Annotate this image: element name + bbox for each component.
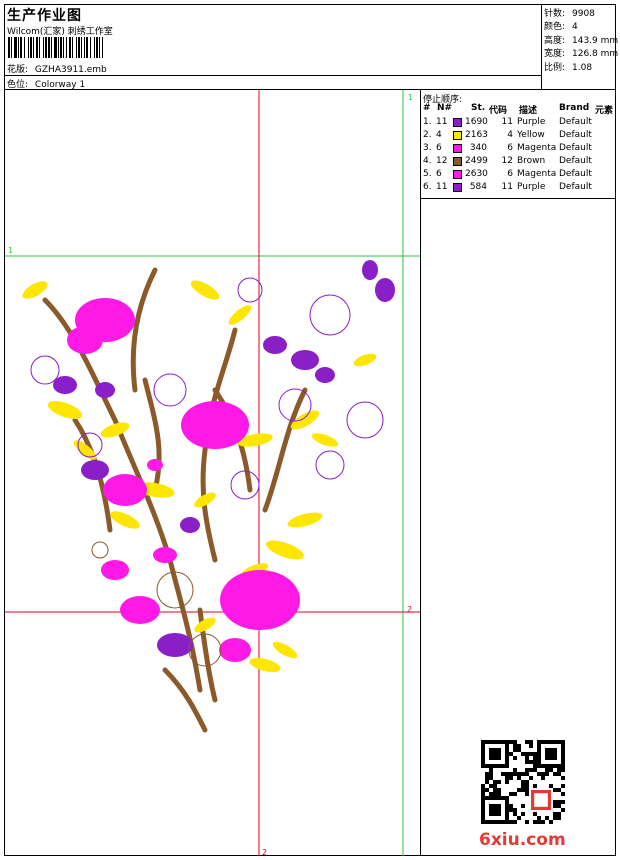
cell-brand: Default bbox=[559, 143, 592, 153]
stat-width: 宽度: 126.8 mm bbox=[544, 46, 618, 59]
cell-needle: 4 bbox=[436, 130, 442, 140]
cell-idx: 1. bbox=[423, 117, 432, 127]
stat-scale: 比例: 1.08 bbox=[544, 60, 592, 73]
production-sheet: 生产作业图 Wilcom(汇家) 刺绣工作室 花版: GZHA3911.emb … bbox=[4, 4, 618, 856]
cell-code: 4 bbox=[507, 130, 513, 140]
stat-colors: 颜色: 4 bbox=[544, 19, 578, 32]
guide-label-right: 2 bbox=[407, 605, 412, 614]
cell-needle: 12 bbox=[436, 156, 448, 166]
stop-sequence-panel: 停止顺序: # N# St. 代码 描述 Brand 元素 1. 11 1690 11… bbox=[421, 89, 615, 856]
cell-stitches: 2163 bbox=[465, 130, 488, 140]
color-swatch bbox=[453, 118, 462, 127]
col-header: St. bbox=[471, 103, 486, 113]
design-canvas: 1 1 2 2 bbox=[5, 89, 421, 856]
stat-value: 4 bbox=[572, 22, 578, 32]
stat-value: 126.8 mm bbox=[572, 49, 619, 59]
cell-brand: Default bbox=[559, 169, 592, 179]
qr-code bbox=[481, 740, 565, 824]
stat-value: 143.9 mm bbox=[572, 36, 619, 46]
cell-needle: 11 bbox=[436, 117, 448, 127]
stat-stitches: 针数: 9908 bbox=[544, 6, 595, 19]
cell-stitches: 340 bbox=[469, 143, 487, 153]
cell-desc: Purple bbox=[517, 182, 546, 192]
header-info: 生产作业图 Wilcom(汇家) 刺绣工作室 花版: GZHA3911.emb … bbox=[5, 5, 541, 90]
guide-label-top: 1 bbox=[408, 93, 413, 102]
cell-stitches: 584 bbox=[469, 182, 487, 192]
col-header: 代码 bbox=[489, 106, 508, 116]
color-swatch bbox=[453, 183, 462, 192]
company-name: Wilcom(汇家) 刺绣工作室 bbox=[7, 27, 113, 37]
cell-desc: Magenta bbox=[517, 169, 557, 179]
cell-desc: Purple bbox=[517, 117, 546, 127]
header-divider bbox=[5, 75, 541, 76]
col-header: 描述 bbox=[519, 106, 538, 116]
col-header: # bbox=[423, 103, 431, 113]
cell-desc: Magenta bbox=[517, 143, 557, 153]
cell-code: 12 bbox=[501, 156, 513, 166]
stat-label: 宽度: bbox=[544, 49, 566, 59]
stat-height: 高度: 143.9 mm bbox=[544, 33, 618, 46]
col-header: Brand bbox=[559, 103, 590, 113]
cell-idx: 5. bbox=[423, 169, 432, 179]
cell-code: 6 bbox=[507, 169, 513, 179]
watermark-logo: 6xiu.com bbox=[479, 830, 566, 850]
cell-desc: Brown bbox=[517, 156, 546, 166]
embroidery-design: 1 1 2 2 bbox=[5, 90, 420, 856]
stat-value: 1.08 bbox=[572, 63, 593, 73]
cell-needle: 6 bbox=[436, 143, 442, 153]
col-header: 元素 bbox=[595, 106, 614, 116]
barcode bbox=[8, 37, 103, 58]
sheet-title: 生产作业图 bbox=[7, 8, 82, 24]
stat-label: 比例: bbox=[544, 63, 566, 73]
color-swatch bbox=[453, 131, 462, 140]
cell-idx: 3. bbox=[423, 143, 432, 153]
cell-brand: Default bbox=[559, 156, 592, 166]
guide-label-bottom: 2 bbox=[262, 848, 267, 856]
stat-label: 高度: bbox=[544, 36, 566, 46]
cell-brand: Default bbox=[559, 117, 592, 127]
color-swatch bbox=[453, 170, 462, 179]
cell-idx: 2. bbox=[423, 130, 432, 140]
design-value: GZHA3911.emb bbox=[34, 65, 107, 75]
stat-value: 9908 bbox=[572, 9, 595, 19]
cell-needle: 11 bbox=[436, 182, 448, 192]
design-field: 花版: GZHA3911.emb bbox=[7, 62, 107, 75]
cell-stitches: 2499 bbox=[465, 156, 488, 166]
cell-code: 11 bbox=[501, 182, 513, 192]
cell-brand: Default bbox=[559, 130, 592, 140]
design-label: 花版: bbox=[7, 65, 29, 75]
cell-stitches: 2630 bbox=[465, 169, 488, 179]
stats-box: 针数: 9908 颜色: 4 高度: 143.9 mm 宽度: 126.8 mm 比例:… bbox=[541, 5, 618, 89]
cell-brand: Default bbox=[559, 182, 592, 192]
guide-label-left: 1 bbox=[8, 246, 13, 255]
cell-code: 6 bbox=[507, 143, 513, 153]
stat-label: 针数: bbox=[544, 9, 566, 19]
cell-code: 11 bbox=[501, 117, 513, 127]
cell-idx: 4. bbox=[423, 156, 432, 166]
cell-stitches: 1690 bbox=[465, 117, 488, 127]
color-swatch bbox=[453, 157, 462, 166]
cell-desc: Yellow bbox=[517, 130, 545, 140]
color-swatch bbox=[453, 144, 462, 153]
cell-idx: 6. bbox=[423, 182, 432, 192]
cell-needle: 6 bbox=[436, 169, 442, 179]
stat-label: 颜色: bbox=[544, 22, 566, 32]
panel-divider bbox=[421, 198, 615, 199]
col-header: N# bbox=[437, 103, 453, 113]
